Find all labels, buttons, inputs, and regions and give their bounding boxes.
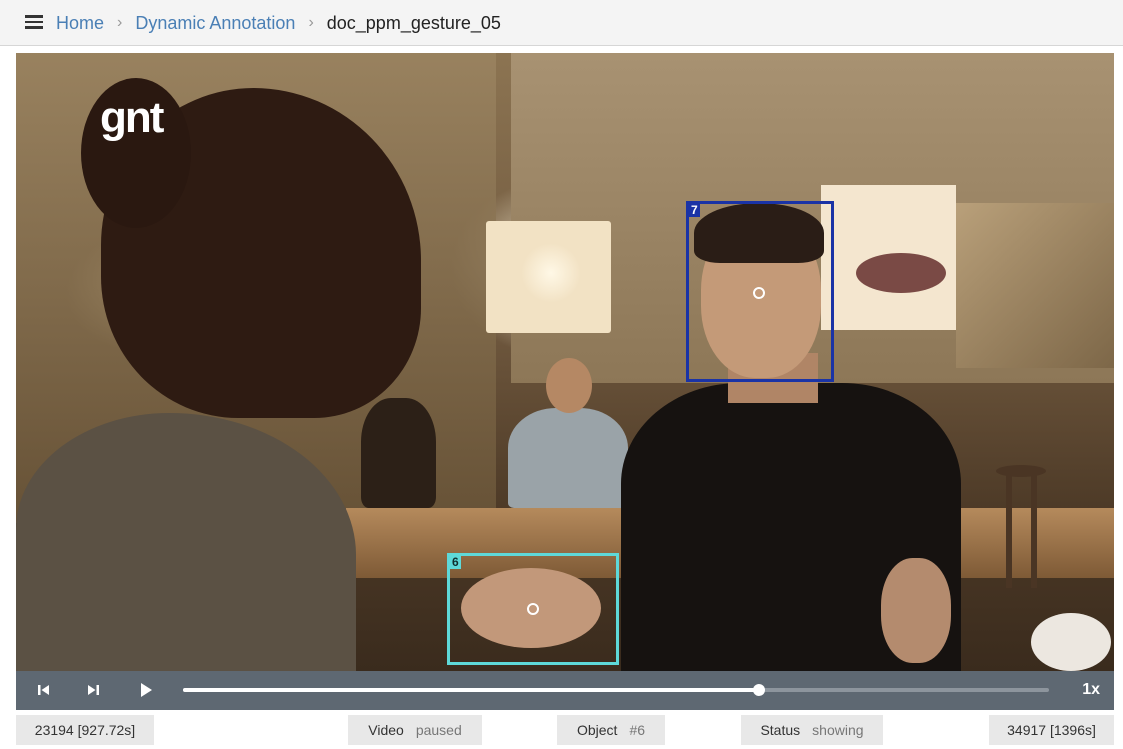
annotation-box-id: 7 <box>689 203 700 217</box>
player-controls: 1x <box>16 671 1114 710</box>
next-frame-button[interactable] <box>83 680 103 700</box>
timeline-progress <box>183 688 759 692</box>
person-background-2-body <box>508 408 628 508</box>
lamp-center-glow <box>521 243 581 303</box>
object-label: Object <box>576 722 618 738</box>
breadcrumb-dynamic-annotation[interactable]: Dynamic Annotation <box>135 13 295 34</box>
breadcrumb-separator-icon: › <box>117 14 123 31</box>
timeline-handle[interactable] <box>752 684 765 696</box>
annotation-center-handle[interactable] <box>753 287 765 299</box>
white-object <box>1031 613 1111 671</box>
stool-leg <box>1031 473 1037 588</box>
end-frame-value: 34917 [1396s] <box>1007 722 1096 738</box>
start-frame-indicator: 23194 [927.72s] <box>16 715 154 745</box>
breadcrumb: Home › Dynamic Annotation › doc_ppm_gest… <box>56 11 501 35</box>
annotation-box-7[interactable]: 7 <box>686 201 834 382</box>
skip-forward-icon <box>88 685 99 695</box>
annotation-center-handle[interactable] <box>527 603 539 615</box>
object-indicator: Object #6 <box>557 715 665 745</box>
start-frame-value: 23194 [927.72s] <box>34 722 136 738</box>
status-label: Status <box>760 722 801 738</box>
person-background-2-head <box>546 358 592 413</box>
playback-speed-button[interactable]: 1x <box>1082 681 1100 699</box>
play-icon <box>141 683 152 697</box>
video-state-indicator: Video paused <box>348 715 482 745</box>
object-value: #6 <box>629 722 646 738</box>
previous-frame-button[interactable] <box>34 680 54 700</box>
status-indicator: Status showing <box>741 715 883 745</box>
mirror-panel <box>956 203 1114 368</box>
channel-logo: gnt <box>100 93 164 142</box>
timeline-slider[interactable] <box>183 684 1049 696</box>
stool-leg <box>1006 473 1012 588</box>
breadcrumb-separator-icon: › <box>308 14 314 31</box>
hamburger-menu-icon[interactable] <box>25 15 43 29</box>
person-background-1 <box>361 398 436 508</box>
skip-back-icon <box>38 685 49 695</box>
top-bar: Home › Dynamic Annotation › doc_ppm_gest… <box>0 0 1123 46</box>
stool-seat <box>996 465 1046 477</box>
play-button[interactable] <box>136 680 156 700</box>
end-frame-indicator: 34917 [1396s] <box>989 715 1114 745</box>
video-frame[interactable]: gnt 7 6 <box>16 53 1114 671</box>
video-state-label: Video <box>368 722 404 738</box>
annotation-box-6[interactable]: 6 <box>447 553 619 665</box>
breadcrumb-current-page: doc_ppm_gesture_05 <box>326 12 501 33</box>
status-bar: 23194 [927.72s] Video paused Object #6 S… <box>0 711 1123 749</box>
lamp-right-shade <box>856 253 946 293</box>
breadcrumb-home[interactable]: Home <box>56 13 104 34</box>
man-hand-right <box>881 558 951 663</box>
status-value: showing <box>812 722 864 738</box>
annotation-box-id: 6 <box>450 555 461 569</box>
video-state-value: paused <box>415 722 462 738</box>
